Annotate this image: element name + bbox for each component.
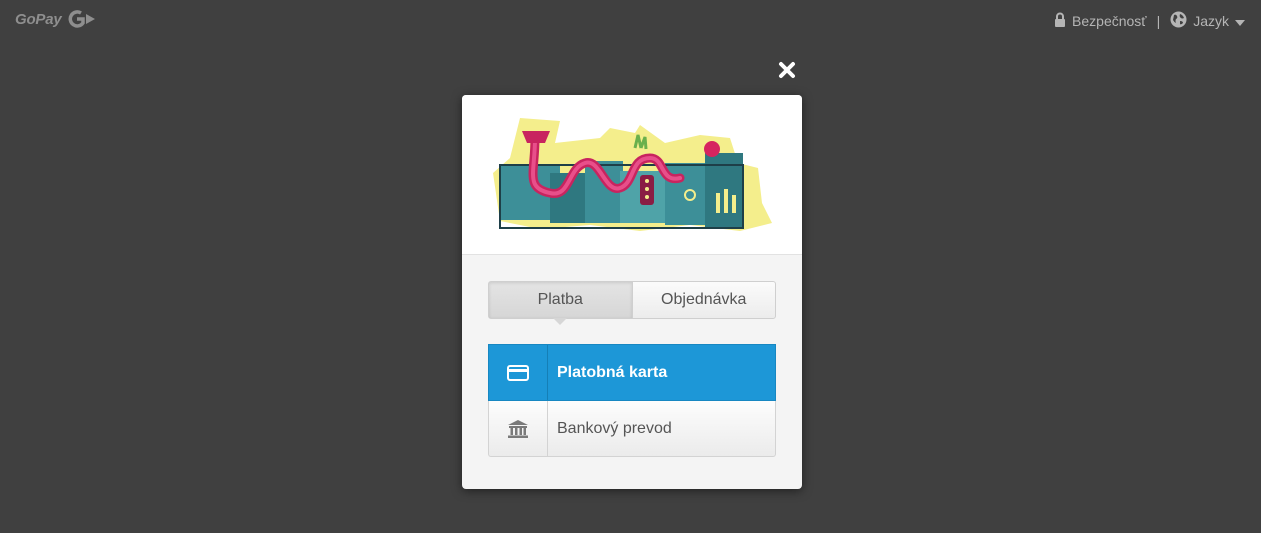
credit-card-icon <box>489 345 548 400</box>
payment-modal: Platba Objednávka Platobná karta Bankový… <box>462 95 802 489</box>
tab-platba[interactable]: Platba <box>489 282 633 325</box>
globe-icon <box>1170 11 1187 31</box>
gopay-brand: GoPay <box>15 10 96 28</box>
security-label: Bezpečnosť <box>1072 13 1147 29</box>
nav-separator: | <box>1156 13 1161 29</box>
language-selector[interactable]: Jazyk <box>1170 11 1245 31</box>
close-icon[interactable] <box>777 60 797 80</box>
security-link[interactable]: Bezpečnosť <box>1054 12 1147 30</box>
language-label: Jazyk <box>1193 13 1229 29</box>
lock-icon <box>1054 12 1066 30</box>
modal-tabs: Platba Objednávka <box>488 281 776 325</box>
bank-icon <box>489 401 548 456</box>
brand-name: GoPay <box>15 10 62 28</box>
payment-method-bank-transfer[interactable]: Bankový prevod <box>488 401 776 457</box>
tab-objednavka[interactable]: Objednávka <box>633 282 776 318</box>
top-right-nav: Bezpečnosť | Jazyk <box>1054 11 1245 31</box>
merchant-logo <box>493 118 772 231</box>
payment-method-label: Bankový prevod <box>557 419 672 437</box>
payment-methods-list: Platobná karta Bankový prevod <box>488 344 776 457</box>
merchant-logo-area <box>462 95 802 255</box>
payment-method-label: Platobná karta <box>557 363 668 381</box>
payment-method-card[interactable]: Platobná karta <box>488 344 776 401</box>
caret-down-icon <box>1235 13 1245 29</box>
gopay-g-icon <box>66 10 96 28</box>
